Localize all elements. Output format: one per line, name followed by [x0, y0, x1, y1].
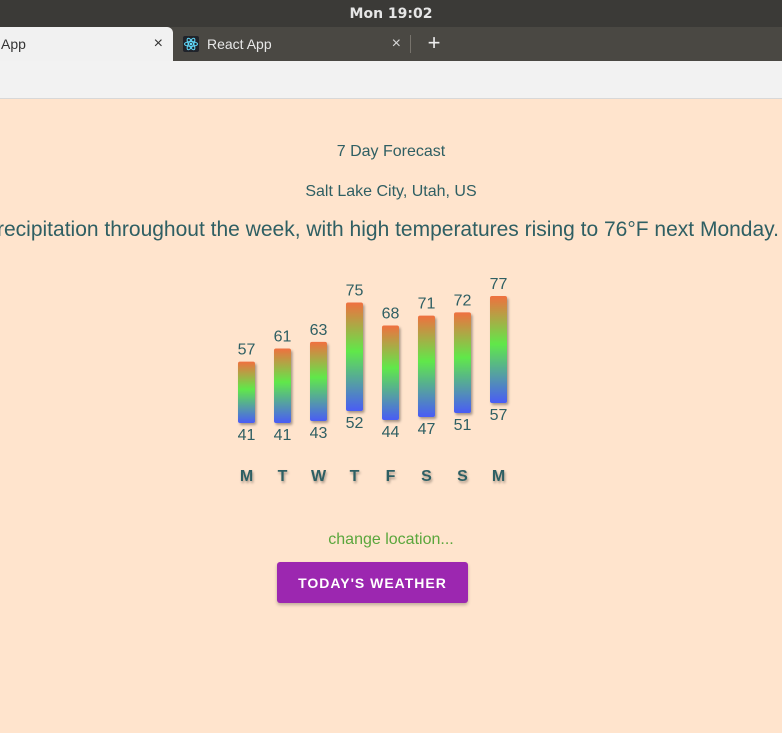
- day-label: T: [350, 468, 360, 485]
- low-temp-label: 52: [346, 415, 364, 432]
- low-temp-label: 51: [454, 417, 472, 434]
- low-temp-label: 57: [490, 407, 508, 424]
- high-temp-label: 61: [274, 328, 292, 345]
- temperature-bar: [346, 302, 363, 411]
- day-label: M: [492, 468, 505, 485]
- day-label: S: [421, 468, 432, 485]
- temperature-bar: [454, 312, 471, 413]
- temperature-bar: [310, 341, 327, 421]
- day-label: S: [457, 468, 468, 485]
- tab-react-app[interactable]: React App ×: [173, 27, 411, 61]
- close-tab-icon[interactable]: ×: [154, 36, 163, 52]
- todays-weather-button[interactable]: TODAY'S WEATHER: [277, 562, 468, 603]
- system-top-bar: Mon 19:02: [0, 0, 782, 27]
- temperature-bar: [382, 325, 399, 420]
- browser-toolbar: [0, 61, 782, 99]
- low-temp-label: 47: [418, 421, 436, 438]
- temperature-bar: [418, 315, 435, 417]
- tab-title: React App: [207, 36, 272, 52]
- day-label: F: [386, 468, 396, 485]
- day-label: W: [311, 468, 327, 485]
- browser-tab-strip: t App × React App × +: [0, 27, 782, 61]
- high-temp-label: 63: [310, 322, 328, 339]
- high-temp-label: 77: [490, 276, 508, 293]
- low-temp-label: 44: [382, 424, 400, 441]
- page-content: 7 Day Forecast Salt Lake City, Utah, US …: [0, 99, 782, 733]
- new-tab-button[interactable]: +: [424, 31, 444, 55]
- high-temp-label: 68: [382, 306, 400, 323]
- low-temp-label: 41: [274, 427, 292, 444]
- tab-title: t App: [0, 36, 26, 52]
- system-clock[interactable]: Mon 19:02: [350, 6, 433, 22]
- tab-separator: [410, 35, 411, 53]
- temperature-bar: [274, 348, 291, 423]
- day-label: M: [240, 468, 253, 485]
- high-temp-label: 71: [418, 296, 436, 313]
- react-logo-icon: [183, 36, 199, 52]
- high-temp-label: 72: [454, 292, 472, 309]
- temperature-bar-chart: 57 41 M 61 41 T 63 43 W 75 52 T 68 44 F 71 47 S 72 51 S 77 57 M: [238, 276, 508, 485]
- day-label: T: [278, 468, 288, 485]
- low-temp-label: 41: [238, 427, 256, 444]
- temperature-bar: [490, 296, 507, 403]
- change-location-link[interactable]: change location...: [0, 531, 782, 549]
- close-tab-icon[interactable]: ×: [392, 36, 401, 52]
- high-temp-label: 75: [346, 283, 364, 300]
- high-temp-label: 57: [238, 342, 256, 359]
- low-temp-label: 43: [310, 425, 328, 442]
- temperature-bar: [238, 361, 255, 423]
- tab-react-app-active[interactable]: t App ×: [0, 27, 173, 61]
